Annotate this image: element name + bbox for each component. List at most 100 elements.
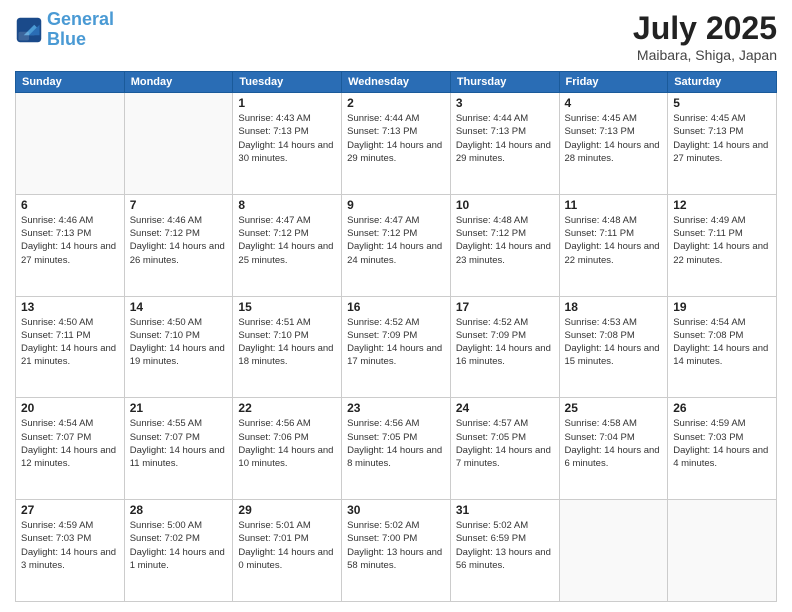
- day-info: Sunrise: 4:49 AM Sunset: 7:11 PM Dayligh…: [673, 214, 771, 267]
- sunset-text: Sunset: 7:04 PM: [565, 431, 663, 444]
- sunrise-text: Sunrise: 4:53 AM: [565, 316, 663, 329]
- sunrise-text: Sunrise: 4:59 AM: [673, 417, 771, 430]
- daylight-text: Daylight: 14 hours and 22 minutes.: [673, 240, 771, 267]
- table-row: 20 Sunrise: 4:54 AM Sunset: 7:07 PM Dayl…: [16, 398, 125, 500]
- day-number: 26: [673, 401, 771, 415]
- sunset-text: Sunset: 6:59 PM: [456, 532, 554, 545]
- day-info: Sunrise: 4:51 AM Sunset: 7:10 PM Dayligh…: [238, 316, 336, 369]
- day-info: Sunrise: 4:55 AM Sunset: 7:07 PM Dayligh…: [130, 417, 228, 470]
- day-number: 20: [21, 401, 119, 415]
- sunset-text: Sunset: 7:07 PM: [130, 431, 228, 444]
- day-number: 1: [238, 96, 336, 110]
- sunrise-text: Sunrise: 4:54 AM: [673, 316, 771, 329]
- table-row: 8 Sunrise: 4:47 AM Sunset: 7:12 PM Dayli…: [233, 194, 342, 296]
- sunrise-text: Sunrise: 4:45 AM: [673, 112, 771, 125]
- day-info: Sunrise: 4:54 AM Sunset: 7:07 PM Dayligh…: [21, 417, 119, 470]
- table-row: 15 Sunrise: 4:51 AM Sunset: 7:10 PM Dayl…: [233, 296, 342, 398]
- table-row: 31 Sunrise: 5:02 AM Sunset: 6:59 PM Dayl…: [450, 500, 559, 602]
- sunset-text: Sunset: 7:12 PM: [347, 227, 445, 240]
- daylight-text: Daylight: 14 hours and 28 minutes.: [565, 139, 663, 166]
- day-info: Sunrise: 4:50 AM Sunset: 7:10 PM Dayligh…: [130, 316, 228, 369]
- day-number: 24: [456, 401, 554, 415]
- sunrise-text: Sunrise: 4:52 AM: [456, 316, 554, 329]
- table-row: 18 Sunrise: 4:53 AM Sunset: 7:08 PM Dayl…: [559, 296, 668, 398]
- sunrise-text: Sunrise: 4:43 AM: [238, 112, 336, 125]
- day-number: 18: [565, 300, 663, 314]
- sunrise-text: Sunrise: 4:51 AM: [238, 316, 336, 329]
- page: General Blue July 2025 Maibara, Shiga, J…: [0, 0, 792, 612]
- table-row: [124, 93, 233, 195]
- sunset-text: Sunset: 7:10 PM: [238, 329, 336, 342]
- sunrise-text: Sunrise: 4:50 AM: [21, 316, 119, 329]
- day-number: 17: [456, 300, 554, 314]
- day-number: 8: [238, 198, 336, 212]
- table-row: 28 Sunrise: 5:00 AM Sunset: 7:02 PM Dayl…: [124, 500, 233, 602]
- sunset-text: Sunset: 7:09 PM: [456, 329, 554, 342]
- header: General Blue July 2025 Maibara, Shiga, J…: [15, 10, 777, 63]
- day-info: Sunrise: 4:57 AM Sunset: 7:05 PM Dayligh…: [456, 417, 554, 470]
- sunrise-text: Sunrise: 5:00 AM: [130, 519, 228, 532]
- sunset-text: Sunset: 7:13 PM: [673, 125, 771, 138]
- day-info: Sunrise: 4:52 AM Sunset: 7:09 PM Dayligh…: [347, 316, 445, 369]
- daylight-text: Daylight: 14 hours and 19 minutes.: [130, 342, 228, 369]
- day-number: 27: [21, 503, 119, 517]
- day-info: Sunrise: 4:59 AM Sunset: 7:03 PM Dayligh…: [21, 519, 119, 572]
- daylight-text: Daylight: 14 hours and 1 minute.: [130, 546, 228, 573]
- day-number: 21: [130, 401, 228, 415]
- sunrise-text: Sunrise: 4:46 AM: [21, 214, 119, 227]
- day-number: 25: [565, 401, 663, 415]
- day-number: 16: [347, 300, 445, 314]
- sunrise-text: Sunrise: 4:46 AM: [130, 214, 228, 227]
- day-info: Sunrise: 4:43 AM Sunset: 7:13 PM Dayligh…: [238, 112, 336, 165]
- sunrise-text: Sunrise: 4:44 AM: [347, 112, 445, 125]
- daylight-text: Daylight: 14 hours and 10 minutes.: [238, 444, 336, 471]
- day-info: Sunrise: 5:02 AM Sunset: 7:00 PM Dayligh…: [347, 519, 445, 572]
- day-number: 12: [673, 198, 771, 212]
- table-row: 2 Sunrise: 4:44 AM Sunset: 7:13 PM Dayli…: [342, 93, 451, 195]
- sunrise-text: Sunrise: 5:02 AM: [347, 519, 445, 532]
- day-number: 14: [130, 300, 228, 314]
- header-monday: Monday: [124, 72, 233, 93]
- table-row: 29 Sunrise: 5:01 AM Sunset: 7:01 PM Dayl…: [233, 500, 342, 602]
- sunrise-text: Sunrise: 4:54 AM: [21, 417, 119, 430]
- day-info: Sunrise: 4:52 AM Sunset: 7:09 PM Dayligh…: [456, 316, 554, 369]
- logo-general: General: [47, 9, 114, 29]
- sunrise-text: Sunrise: 4:58 AM: [565, 417, 663, 430]
- day-info: Sunrise: 4:47 AM Sunset: 7:12 PM Dayligh…: [347, 214, 445, 267]
- table-row: 30 Sunrise: 5:02 AM Sunset: 7:00 PM Dayl…: [342, 500, 451, 602]
- table-row: 23 Sunrise: 4:56 AM Sunset: 7:05 PM Dayl…: [342, 398, 451, 500]
- sunset-text: Sunset: 7:09 PM: [347, 329, 445, 342]
- sunrise-text: Sunrise: 4:57 AM: [456, 417, 554, 430]
- day-number: 5: [673, 96, 771, 110]
- sunrise-text: Sunrise: 4:56 AM: [238, 417, 336, 430]
- day-info: Sunrise: 4:44 AM Sunset: 7:13 PM Dayligh…: [347, 112, 445, 165]
- header-tuesday: Tuesday: [233, 72, 342, 93]
- day-number: 19: [673, 300, 771, 314]
- title-block: July 2025 Maibara, Shiga, Japan: [633, 10, 777, 63]
- daylight-text: Daylight: 14 hours and 25 minutes.: [238, 240, 336, 267]
- daylight-text: Daylight: 14 hours and 27 minutes.: [21, 240, 119, 267]
- day-info: Sunrise: 4:53 AM Sunset: 7:08 PM Dayligh…: [565, 316, 663, 369]
- day-number: 9: [347, 198, 445, 212]
- day-number: 28: [130, 503, 228, 517]
- sunset-text: Sunset: 7:13 PM: [21, 227, 119, 240]
- logo-text: General Blue: [47, 10, 114, 50]
- daylight-text: Daylight: 14 hours and 15 minutes.: [565, 342, 663, 369]
- day-info: Sunrise: 4:46 AM Sunset: 7:13 PM Dayligh…: [21, 214, 119, 267]
- table-row: 25 Sunrise: 4:58 AM Sunset: 7:04 PM Dayl…: [559, 398, 668, 500]
- sunset-text: Sunset: 7:08 PM: [673, 329, 771, 342]
- sunset-text: Sunset: 7:11 PM: [21, 329, 119, 342]
- sunset-text: Sunset: 7:00 PM: [347, 532, 445, 545]
- sunrise-text: Sunrise: 4:44 AM: [456, 112, 554, 125]
- daylight-text: Daylight: 14 hours and 23 minutes.: [456, 240, 554, 267]
- day-number: 29: [238, 503, 336, 517]
- sunset-text: Sunset: 7:08 PM: [565, 329, 663, 342]
- header-sunday: Sunday: [16, 72, 125, 93]
- header-saturday: Saturday: [668, 72, 777, 93]
- header-thursday: Thursday: [450, 72, 559, 93]
- day-number: 4: [565, 96, 663, 110]
- day-number: 11: [565, 198, 663, 212]
- daylight-text: Daylight: 14 hours and 7 minutes.: [456, 444, 554, 471]
- daylight-text: Daylight: 14 hours and 4 minutes.: [673, 444, 771, 471]
- sunset-text: Sunset: 7:11 PM: [673, 227, 771, 240]
